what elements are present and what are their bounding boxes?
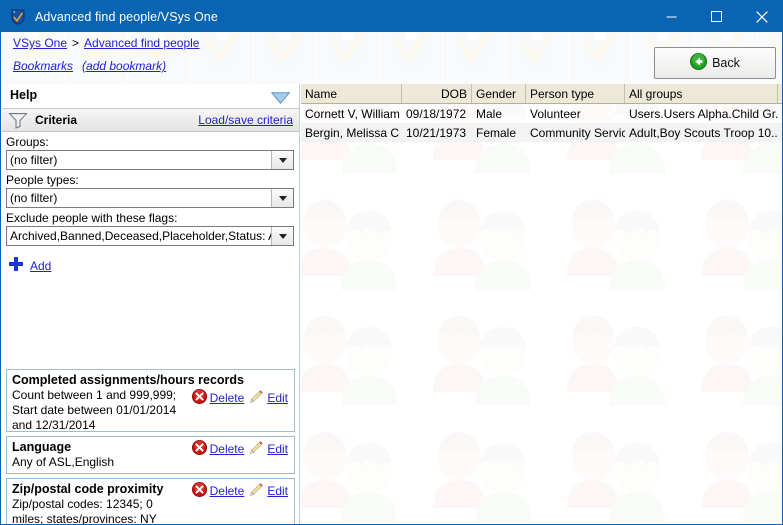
cell-gender: Male (476, 106, 503, 121)
delete-criteria-button[interactable]: Delete (191, 389, 245, 407)
funnel-icon (8, 112, 28, 132)
pencil-icon (249, 482, 264, 500)
delete-criteria-button[interactable]: Delete (191, 482, 245, 500)
people-types-label: People types: (6, 173, 79, 187)
bookmarks-bar: Bookmarks (add bookmark) (13, 59, 166, 73)
cell-all-groups: Adult,Boy Scouts Troop 10... (629, 125, 778, 140)
people-types-combo[interactable]: (no filter) (6, 188, 294, 208)
results-panel: Name DOB Gender Person type All groups C… (301, 84, 782, 524)
criteria-panel: Help Criteria Load/save criteria Groups:… (2, 84, 300, 524)
red-x-circle-icon (191, 389, 207, 407)
delete-criteria-button[interactable]: Delete (191, 440, 245, 458)
window-title: Advanced find people/VSys One (35, 9, 218, 24)
chevron-down-icon[interactable] (271, 227, 293, 245)
pencil-icon (249, 440, 264, 458)
edit-criteria-button[interactable]: Edit (249, 482, 288, 500)
table-row[interactable]: Cornett V, William 09/18/1972 Male Volun… (301, 104, 782, 123)
edit-criteria-button[interactable]: Edit (249, 389, 288, 407)
shield-check-icon (10, 9, 26, 25)
plus-icon (8, 256, 24, 275)
criteria-label: Criteria (35, 113, 78, 127)
pencil-icon (249, 389, 264, 407)
results-watermark (301, 84, 782, 522)
chevron-down-icon[interactable] (271, 151, 293, 169)
chevron-down-icon[interactable] (271, 189, 293, 207)
criteria-fields: Groups: (no filter) People types: (no fi… (2, 132, 299, 282)
table-row[interactable]: Bergin, Melissa C 10/21/1973 Female Comm… (301, 123, 782, 142)
edit-criteria-button[interactable]: Edit (249, 440, 288, 458)
title-bar: Advanced find people/VSys One (1, 1, 782, 32)
cell-all-groups: Users.Users Alpha.Child Gr... (629, 106, 778, 121)
delete-label: Delete (209, 484, 245, 498)
minimize-button[interactable] (649, 1, 694, 32)
cell-gender: Female (476, 125, 517, 140)
window-controls (649, 1, 782, 32)
column-header-gender[interactable]: Gender (472, 84, 526, 103)
breadcrumb-root-link[interactable]: VSys One (13, 36, 67, 50)
groups-combo[interactable]: (no filter) (6, 150, 294, 170)
results-grid: Name DOB Gender Person type All groups C… (301, 84, 782, 142)
criteria-card: Language Any of ASL,English Delete Edit (6, 436, 295, 474)
add-criteria-button[interactable]: Add (8, 256, 299, 275)
application-window: Advanced find people/VSys One VSys One >… (0, 0, 783, 525)
exclude-flags-combo-value: Archived,Banned,Deceased,Placeholder,Sta… (10, 229, 272, 243)
red-x-circle-icon (191, 482, 207, 500)
groups-combo-value: (no filter) (10, 153, 58, 167)
column-header-dob[interactable]: DOB (402, 84, 472, 103)
breadcrumb-current-link[interactable]: Advanced find people (84, 36, 199, 50)
edit-label: Edit (267, 484, 288, 498)
criteria-card-description: Zip/postal codes: 12345; 0 miles; states… (12, 497, 157, 525)
delete-label: Delete (209, 442, 245, 456)
breadcrumb-separator: > (72, 36, 80, 50)
edit-label: Edit (267, 442, 288, 456)
criteria-section-header: Criteria Load/save criteria (2, 109, 299, 132)
back-button[interactable]: Back (654, 47, 776, 79)
help-section-header[interactable]: Help (2, 84, 299, 109)
criteria-card-actions: Delete Edit (191, 389, 288, 407)
maximize-button[interactable] (694, 1, 739, 32)
results-grid-header: Name DOB Gender Person type All groups (301, 84, 782, 104)
people-types-combo-value: (no filter) (10, 191, 58, 205)
cell-person-type: Volunteer (530, 106, 581, 121)
add-bookmark-link[interactable]: (add bookmark) (82, 59, 166, 73)
cell-name: Cornett V, William (305, 106, 400, 121)
exclude-flags-label: Exclude people with these flags: (6, 211, 178, 225)
load-save-criteria-link[interactable]: Load/save criteria (198, 113, 293, 127)
criteria-card: Completed assignments/hours records Coun… (6, 369, 295, 432)
close-button[interactable] (739, 1, 782, 32)
add-criteria-label: Add (30, 258, 52, 273)
criteria-card-list: Completed assignments/hours records Coun… (6, 369, 295, 525)
column-header-person-type[interactable]: Person type (526, 84, 625, 103)
cell-dob: 09/18/1972 (406, 106, 467, 121)
bookmarks-link[interactable]: Bookmarks (13, 59, 73, 73)
exclude-flags-combo[interactable]: Archived,Banned,Deceased,Placeholder,Sta… (6, 226, 294, 246)
delete-label: Delete (209, 391, 245, 405)
groups-label: Groups: (6, 135, 49, 149)
edit-label: Edit (267, 391, 288, 405)
criteria-card-actions: Delete Edit (191, 482, 288, 500)
criteria-card-actions: Delete Edit (191, 440, 288, 458)
criteria-card-description: Count between 1 and 999,999; Start date … (12, 388, 177, 432)
column-header-name[interactable]: Name (301, 84, 402, 103)
red-x-circle-icon (191, 440, 207, 458)
cell-dob: 10/21/1973 (406, 125, 467, 140)
breadcrumb: VSys One > Advanced find people (13, 36, 199, 50)
green-left-arrow-icon (690, 53, 708, 73)
back-button-label: Back (712, 56, 740, 70)
cell-person-type: Community Service (530, 125, 625, 140)
criteria-card-title: Completed assignments/hours records (12, 373, 245, 387)
criteria-card: Zip/postal code proximity Zip/postal cod… (6, 478, 295, 525)
column-header-all-groups[interactable]: All groups (625, 84, 778, 103)
collapse-triangle-icon[interactable] (270, 92, 291, 107)
help-label: Help (10, 88, 38, 102)
criteria-card-description: Any of ASL,English (12, 455, 115, 469)
cell-name: Bergin, Melissa C (305, 125, 400, 140)
